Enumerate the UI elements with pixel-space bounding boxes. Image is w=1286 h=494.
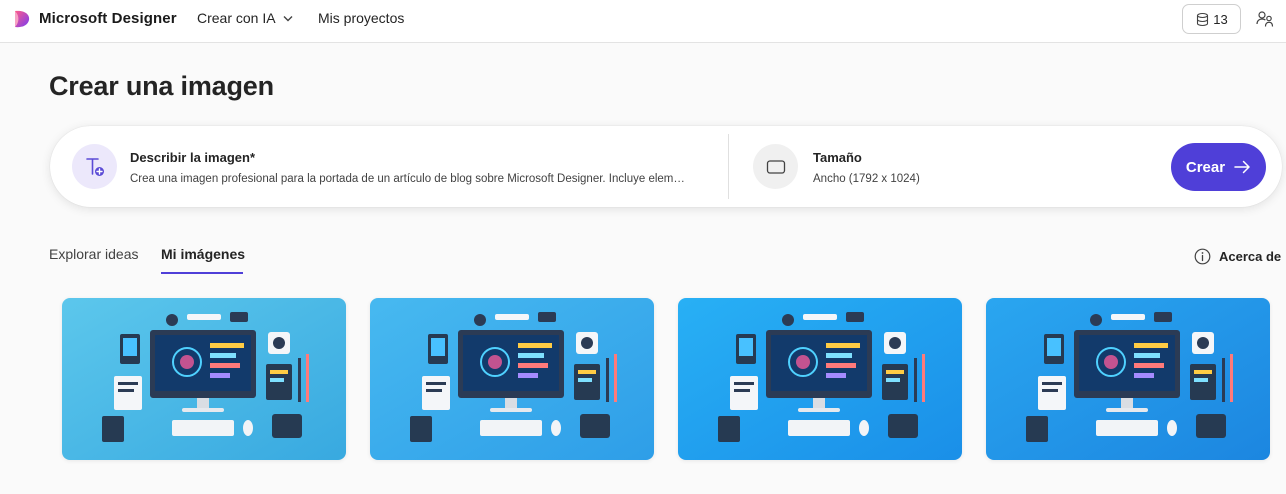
credits-count: 13 [1213,11,1228,27]
generated-image-2-picture [370,298,654,460]
size-button[interactable] [753,144,798,189]
generated-image-3-picture [678,298,962,460]
generated-image-3[interactable] [678,298,962,460]
size-label: Tamaño [813,150,862,165]
about-button[interactable]: Acerca de [1194,248,1281,265]
create-button-label: Crear [1185,158,1226,176]
nav-crear-con-ia[interactable]: Crear con IA [197,10,293,26]
generated-image-1[interactable] [62,298,346,460]
tab-selected-indicator [161,272,243,274]
share-button[interactable] [1254,8,1276,30]
info-icon [1194,248,1211,265]
aspect-ratio-icon [766,159,785,174]
tab-mi-imagenes[interactable]: Mi imágenes [161,246,245,262]
nav-mis-proyectos[interactable]: Mis proyectos [318,10,404,26]
generated-image-1-picture [62,298,346,460]
arrow-right-icon [1234,160,1250,174]
coins-stack-icon [1197,12,1209,26]
prompt-input[interactable]: Crea una imagen profesional para la port… [130,173,710,185]
describe-image-button[interactable] [72,144,117,189]
credits-button[interactable]: 13 [1182,4,1241,34]
page-title: Crear una imagen [49,71,274,101]
prompt-card: Describir la imagen* Crea una imagen pro… [50,126,1282,207]
chevron-down-icon [283,15,293,21]
app-name[interactable]: Microsoft Designer [39,10,177,27]
generated-image-4-picture [986,298,1270,460]
size-value[interactable]: Ancho (1792 x 1024) [813,173,920,185]
prompt-divider [728,134,729,199]
designer-logo-icon [15,10,30,28]
top-bar: Microsoft Designer Crear con IA Mis proy… [0,0,1286,43]
generated-image-2[interactable] [370,298,654,460]
tab-explorar-ideas[interactable]: Explorar ideas [49,246,139,262]
share-people-icon [1256,11,1274,27]
text-add-icon [85,157,104,176]
create-button[interactable]: Crear [1171,143,1266,191]
nav-crear-con-ia-label: Crear con IA [197,10,276,26]
generated-image-4[interactable] [986,298,1270,460]
describe-image-label: Describir la imagen* [130,150,255,165]
about-label: Acerca de [1219,249,1282,264]
